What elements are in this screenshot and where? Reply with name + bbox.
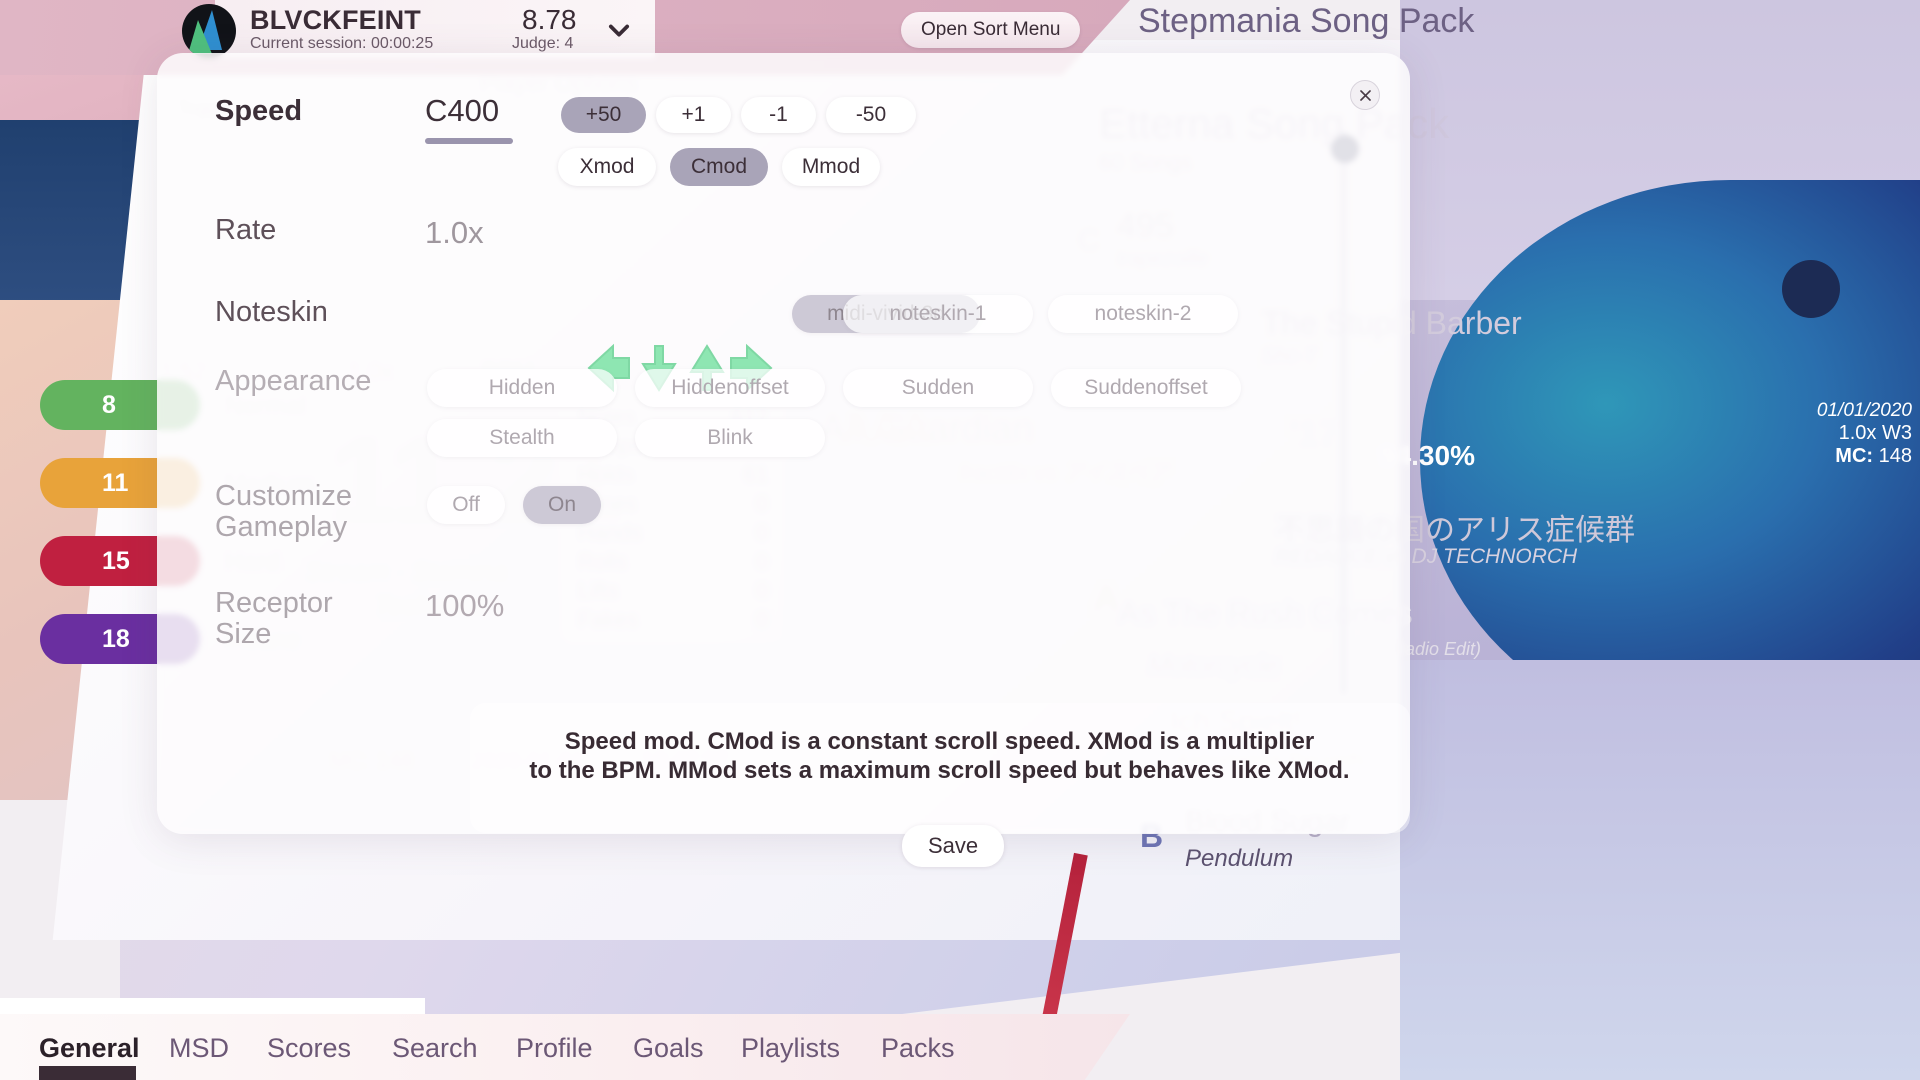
receptor-size-label-line2: Size	[215, 618, 272, 651]
appearance-option-hidden[interactable]: Hidden	[427, 369, 617, 407]
noteskin-option-2[interactable]: noteskin-2	[1048, 295, 1238, 333]
nav-item-search[interactable]: Search	[392, 1033, 478, 1064]
nav-item-profile[interactable]: Profile	[516, 1033, 593, 1064]
speed-step-minus50[interactable]: -50	[826, 97, 916, 133]
speed-value-underline	[425, 138, 513, 144]
option-description: Speed mod. CMod is a constant scroll spe…	[467, 727, 1412, 786]
nav-item-packs[interactable]: Packs	[881, 1033, 955, 1064]
difficulty-number-1: 11	[102, 468, 129, 497]
customize-gameplay-on[interactable]: On	[523, 486, 601, 524]
speed-mode-cmod[interactable]: Cmod	[670, 148, 768, 186]
nav-item-msd[interactable]: MSD	[169, 1033, 229, 1064]
noteskin-option-1[interactable]: noteskin-1	[843, 295, 1033, 333]
receptor-size-label-line1: Receptor	[215, 587, 333, 619]
nav-item-scores[interactable]: Scores	[267, 1033, 351, 1064]
pack-title: Stepmania Song Pack	[1138, 2, 1475, 40]
judge-label: Judge: 4	[512, 35, 574, 52]
difficulty-number-0: 8	[102, 390, 116, 419]
appearance-option-blink[interactable]: Blink	[635, 419, 825, 457]
nav-white-bar	[0, 998, 425, 1014]
player-options-modal: Speed C400 +50 +1 -1 -50 Xmod Cmod Mmod …	[157, 53, 1412, 867]
speed-value: C400	[425, 93, 500, 128]
close-icon[interactable]	[1350, 80, 1380, 110]
speed-mode-xmod[interactable]: Xmod	[558, 148, 656, 186]
speed-step-minus1[interactable]: -1	[741, 97, 816, 133]
mini-score-mc-value: 148	[1878, 445, 1912, 467]
speed-step-plus1[interactable]: +1	[656, 97, 731, 133]
save-button[interactable]: Save	[902, 825, 1005, 867]
rate-value: 1.0x	[425, 215, 484, 250]
avatar-shard-green	[188, 20, 212, 54]
option-description-line2: to the BPM. MMod sets a maximum scroll s…	[529, 757, 1350, 785]
mini-score-date: 01/01/2020	[1816, 400, 1912, 421]
session-timer: Current session: 00:00:25	[250, 35, 434, 52]
bottom-navigation: General MSD Scores Search Profile Goals …	[0, 1014, 1130, 1080]
avatar[interactable]	[182, 4, 236, 58]
nav-active-underline	[39, 1066, 136, 1080]
song-list-item-artist-6: Pendulum	[1185, 845, 1294, 872]
receptor-size-label: Receptor Size	[215, 587, 430, 651]
rate-label: Rate	[215, 214, 277, 246]
noteskin-label: Noteskin	[215, 296, 328, 328]
open-sort-menu-button[interactable]: Open Sort Menu	[901, 12, 1081, 48]
appearance-option-stealth[interactable]: Stealth	[427, 419, 617, 457]
app-root: Toggle Player Options Etterna Song Pack …	[0, 0, 1920, 1080]
customize-gameplay-label: Customize Gameplay	[215, 480, 430, 544]
option-description-line1: Speed mod. CMod is a constant scroll spe…	[564, 728, 1315, 755]
nav-item-general[interactable]: General	[39, 1033, 140, 1064]
appearance-option-suddenoffset[interactable]: Suddenoffset	[1051, 369, 1241, 407]
appearance-option-hiddenoffset[interactable]: Hiddenoffset	[635, 369, 825, 407]
bg-right-lavender-bottom	[1400, 660, 1920, 1080]
mini-score-rate: 1.0x	[1838, 422, 1877, 444]
mini-score-line: 1.0x W3	[1710, 422, 1912, 445]
difficulty-number-3: 18	[102, 624, 130, 653]
appearance-option-sudden[interactable]: Sudden	[843, 369, 1033, 407]
customize-gameplay-off[interactable]: Off	[427, 486, 505, 524]
appearance-label: Appearance	[215, 365, 372, 397]
player-rating: 8.78	[522, 4, 577, 35]
bg-dark-dot	[1782, 260, 1840, 318]
customize-gameplay-label-line2: Gameplay	[215, 511, 348, 544]
speed-mode-mmod[interactable]: Mmod	[782, 148, 880, 186]
nav-item-goals[interactable]: Goals	[633, 1033, 704, 1064]
mini-score-judge: W3	[1882, 422, 1912, 444]
mini-score-mc-label: MC:	[1835, 445, 1874, 467]
chevron-down-icon[interactable]	[605, 16, 633, 44]
mini-score-mc: MC: 148	[1710, 445, 1912, 468]
speed-label: Speed	[215, 95, 303, 127]
mini-score-card: 01/01/2020 1.0x W3 MC: 148	[1710, 400, 1920, 500]
difficulty-number-2: 15	[102, 546, 130, 575]
customize-gameplay-label-line1: Customize	[215, 480, 352, 512]
player-name: BLVCKFEINT	[250, 5, 421, 35]
receptor-size-value: 100%	[425, 588, 505, 623]
speed-step-plus50[interactable]: +50	[561, 97, 646, 133]
nav-item-playlists[interactable]: Playlists	[741, 1033, 840, 1064]
